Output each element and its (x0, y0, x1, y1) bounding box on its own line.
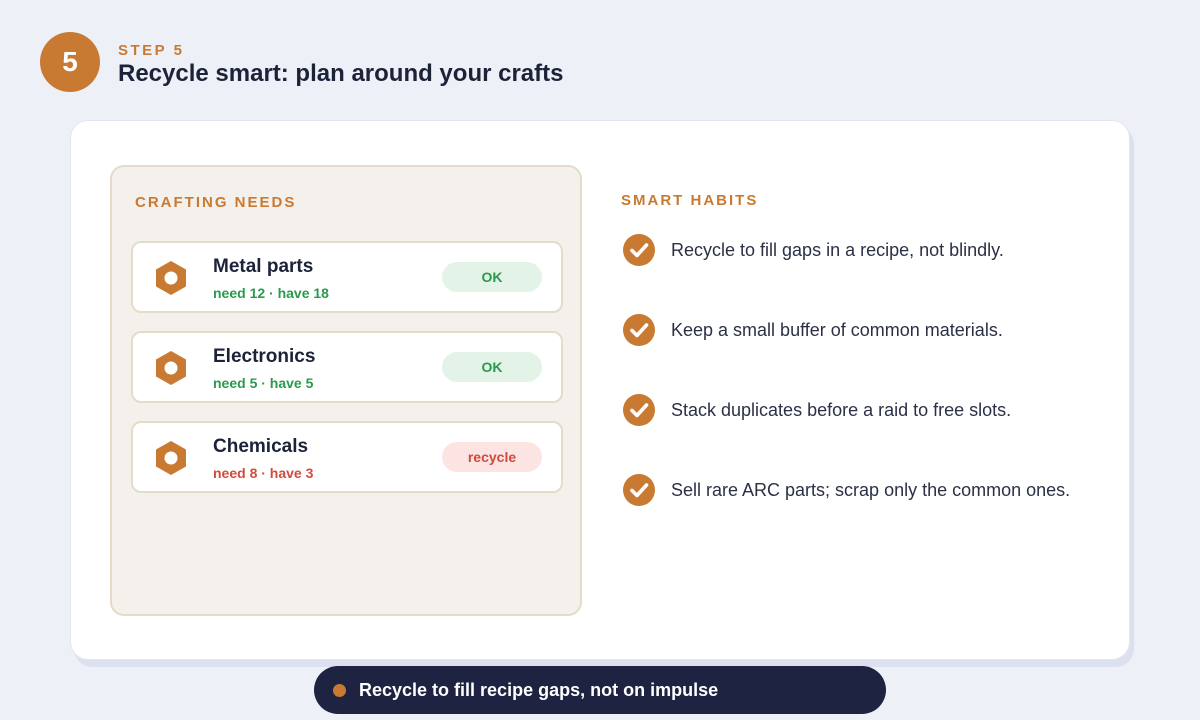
crafting-needs-label: CRAFTING NEEDS (135, 194, 297, 211)
step-kicker: STEP 5 (118, 42, 185, 59)
smart-habits-label: SMART HABITS (621, 192, 759, 209)
status-badge: OK (442, 352, 542, 382)
habit-item: Keep a small buffer of common materials. (623, 313, 1003, 347)
hex-nut-icon (156, 441, 186, 475)
need-name: Metal parts (213, 256, 314, 277)
step-number: 5 (62, 46, 78, 77)
bullet-dot-icon (333, 683, 346, 697)
footer-text: Recycle to fill recipe gaps, not on impu… (359, 679, 719, 700)
need-detail: need 12 · have 18 (213, 285, 329, 301)
crafting-needs-panel: CRAFTING NEEDS Metal parts need 12 · hav… (110, 165, 582, 616)
checkmark-circle-icon (623, 234, 655, 266)
content-card: CRAFTING NEEDS Metal parts need 12 · hav… (70, 120, 1130, 660)
need-row-metal-parts: Metal parts need 12 · have 18 OK (131, 241, 563, 313)
need-detail: need 5 · have 5 (213, 375, 314, 391)
need-name: Electronics (213, 346, 316, 367)
habit-text: Keep a small buffer of common materials. (671, 319, 1003, 340)
need-row-electronics: Electronics need 5 · have 5 OK (131, 331, 563, 403)
need-row-chemicals: Chemicals need 8 · have 3 recycle (131, 421, 563, 493)
status-badge: OK (442, 262, 542, 292)
habit-text: Recycle to fill gaps in a recipe, not bl… (671, 239, 1004, 260)
checkmark-circle-icon (623, 474, 655, 506)
habit-item: Sell rare ARC parts; scrap only the comm… (623, 473, 1070, 507)
hex-nut-icon (156, 351, 186, 385)
habit-item: Stack duplicates before a raid to free s… (623, 393, 1011, 427)
page-title: Recycle smart: plan around your crafts (118, 60, 564, 87)
checkmark-circle-icon (623, 394, 655, 426)
footer-callout: Recycle to fill recipe gaps, not on impu… (314, 666, 886, 714)
step-number-badge: 5 (40, 32, 100, 92)
need-name: Chemicals (213, 436, 309, 457)
hex-nut-icon (156, 261, 186, 295)
need-detail: need 8 · have 3 (213, 465, 314, 481)
habit-text: Sell rare ARC parts; scrap only the comm… (671, 479, 1071, 500)
checkmark-circle-icon (623, 314, 655, 346)
status-badge: recycle (442, 442, 542, 472)
habit-item: Recycle to fill gaps in a recipe, not bl… (623, 233, 1004, 267)
habit-text: Stack duplicates before a raid to free s… (671, 399, 1012, 420)
